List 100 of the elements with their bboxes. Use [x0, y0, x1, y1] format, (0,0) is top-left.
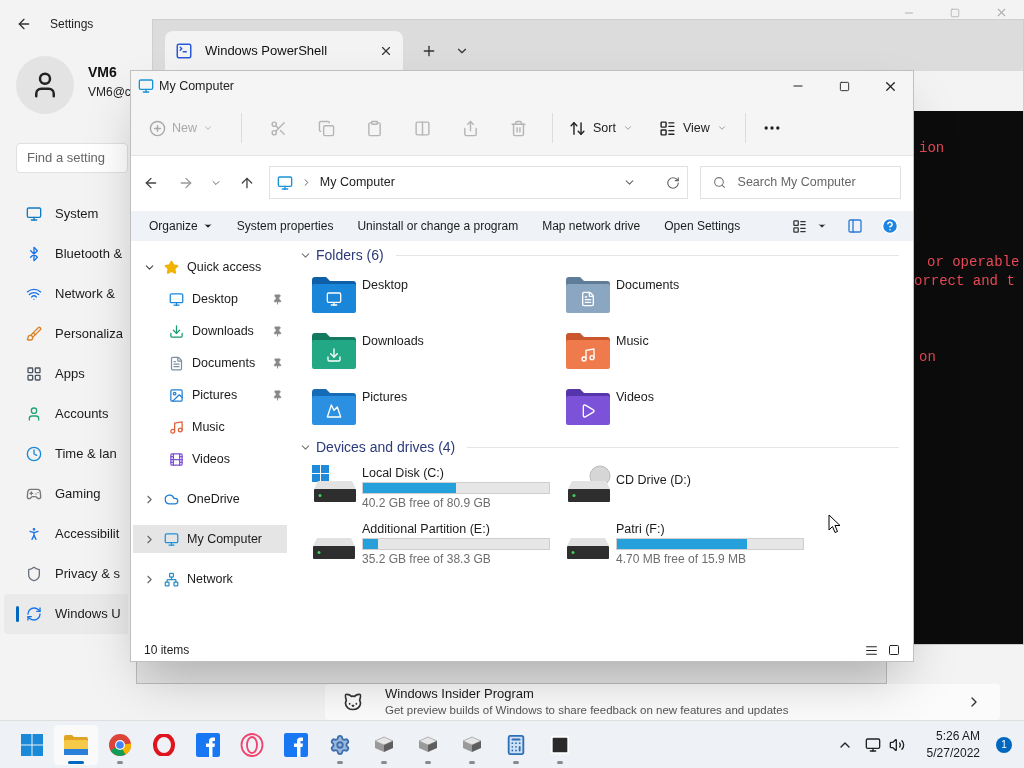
plus-circle-icon [149, 119, 166, 137]
command-button[interactable]: Uninstall or change a program [357, 217, 519, 235]
mouse-pointer-icon [828, 514, 841, 534]
tree-item[interactable]: My Computer [133, 525, 287, 553]
nav-item[interactable]: Bluetooth & [4, 234, 128, 274]
dropdown-arrow-icon[interactable] [817, 221, 827, 231]
tree-item[interactable]: Quick access [133, 253, 287, 281]
monitor-icon [138, 78, 154, 94]
window-title: My Computer [159, 77, 235, 95]
card-description: Get preview builds of Windows to share feedback on new features and updates [385, 703, 789, 718]
terminal-icon [175, 42, 193, 60]
browser-icon [109, 733, 131, 756]
nav-item[interactable]: Network & [4, 274, 128, 314]
folder-icon [312, 277, 356, 313]
layout-icon[interactable] [792, 218, 807, 234]
pin-icon [272, 357, 283, 369]
close-tab-icon[interactable] [379, 44, 393, 58]
tree-item[interactable]: Downloads [131, 317, 291, 345]
folder-name[interactable]: Music [616, 333, 649, 385]
command-button[interactable]: System properties [236, 217, 334, 235]
settings-card[interactable]: Windows Insider Program Get preview builds of Windows to share feedback on new features and updates [325, 684, 1000, 720]
drive-name[interactable]: CD Drive (D:) [616, 472, 691, 488]
tree-item[interactable]: Network [133, 565, 287, 593]
maximize-icon[interactable] [838, 80, 850, 92]
network-icon[interactable] [864, 736, 881, 753]
terminal-tab[interactable]: Windows PowerShell [165, 31, 403, 71]
chevron-icon [622, 123, 633, 133]
preview-pane-icon[interactable] [847, 218, 863, 234]
start-logo-icon [21, 733, 43, 756]
back-icon[interactable] [16, 16, 32, 32]
nav-item[interactable]: Windows U [4, 594, 128, 634]
cat-icon [343, 692, 363, 712]
monitor-icon [164, 531, 179, 547]
search-field[interactable]: Find a setting [16, 143, 128, 173]
hard-drive-icon [312, 537, 356, 560]
tree-item[interactable]: Desktop [131, 285, 291, 313]
terminal-line: or operable [927, 253, 1020, 272]
tree-item[interactable]: Documents [131, 349, 291, 377]
help-icon[interactable] [881, 217, 899, 235]
terminal-icon [549, 733, 571, 756]
music-icon [169, 419, 184, 435]
ring-logo-icon [240, 732, 264, 757]
tree-item[interactable]: Videos [131, 445, 291, 473]
sync-icon [26, 606, 42, 622]
nav-item[interactable]: Apps [4, 354, 128, 394]
new-tab-icon[interactable] [421, 43, 437, 59]
calculator-icon [505, 733, 527, 756]
folder-icon [566, 277, 610, 313]
hard-drive-icon [566, 537, 610, 560]
sort-button[interactable]: Sort [563, 118, 639, 138]
terminal-line: orrect and t [914, 272, 1015, 291]
nav-item[interactable]: Accessibilit [4, 514, 128, 554]
address-field[interactable]: My Computer [319, 173, 395, 192]
nav-item[interactable]: System [4, 194, 128, 234]
folder-name[interactable]: Downloads [362, 333, 424, 385]
tree-item[interactable]: OneDrive [133, 485, 287, 513]
drive-name[interactable]: Local Disk (C:) [362, 465, 550, 481]
star-icon [164, 259, 179, 275]
folder-icon [312, 333, 356, 369]
volume-icon[interactable] [888, 736, 905, 753]
clock[interactable]: 5:26 AM 5/27/2022 [926, 727, 980, 762]
ring-logo-icon [153, 733, 175, 756]
gear-icon [329, 733, 351, 756]
drive-name[interactable]: Patri (F:) [616, 521, 804, 537]
folder-icon [566, 333, 610, 369]
command-button[interactable]: Open Settings [664, 217, 741, 235]
dropdown-arrow-icon[interactable] [202, 221, 213, 231]
person-icon [26, 406, 42, 422]
pin-icon [272, 389, 283, 401]
tree-item[interactable]: Pictures [131, 381, 291, 409]
tree-item[interactable]: Music [131, 413, 291, 441]
details-view-icon[interactable] [865, 643, 878, 657]
user-name: VM6 [88, 63, 118, 82]
nav-item[interactable]: Personaliza [4, 314, 128, 354]
video-icon [169, 451, 184, 467]
square-logo-icon [284, 732, 308, 757]
folder-icon [64, 734, 88, 755]
person-standing-icon [26, 526, 42, 542]
folder-name[interactable]: Desktop [362, 277, 408, 329]
drive-name[interactable]: Additional Partition (E:) [362, 521, 550, 537]
command-button[interactable]: Organize [149, 217, 198, 235]
view-button[interactable]: View [652, 118, 733, 138]
notification-count[interactable]: 1 [996, 736, 1012, 753]
chevron-icon [203, 123, 213, 133]
refresh-icon[interactable] [665, 175, 680, 190]
tiles-view-icon[interactable] [888, 644, 900, 656]
nav-item[interactable]: Accounts [4, 394, 128, 434]
nav-item[interactable]: Gaming [4, 474, 128, 514]
nav-item[interactable]: Privacy & s [4, 554, 128, 594]
command-button[interactable]: Map network drive [542, 217, 641, 235]
gamepad-icon [26, 486, 42, 502]
nav-item[interactable]: Time & lan [4, 434, 128, 474]
pin-icon [272, 325, 283, 337]
status-text: 10 items [144, 642, 190, 659]
list-layout-icon [658, 119, 676, 137]
folder-name[interactable]: Videos [616, 389, 654, 441]
folder-name[interactable]: Documents [616, 277, 680, 329]
folder-icon [566, 389, 610, 425]
section-header[interactable]: Folders (6) [316, 244, 384, 266]
monitor-icon [276, 174, 293, 191]
